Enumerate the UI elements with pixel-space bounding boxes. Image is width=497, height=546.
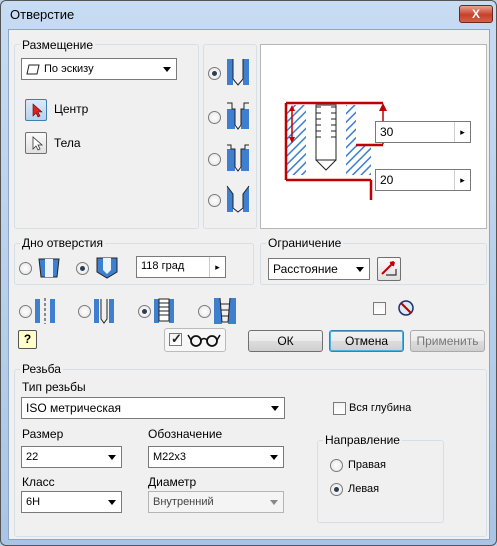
apply-button[interactable]: Применить [410, 330, 485, 352]
size-value: 22 [26, 451, 39, 463]
hole-type-spotface-radio[interactable] [208, 153, 221, 166]
direction-right-radio[interactable] [330, 459, 343, 472]
depth-field[interactable]: 30 ▸ [375, 121, 471, 143]
hole-type-counterbore-radio[interactable] [208, 111, 221, 124]
size-combo[interactable]: 22 [21, 446, 122, 468]
limit-combo[interactable]: Расстояние [268, 258, 370, 280]
cancel-button[interactable]: Отмена [329, 330, 404, 352]
hole-type-simple-radio[interactable] [208, 67, 221, 80]
diameter-value: 20 [380, 173, 394, 187]
cursor-red-icon [32, 103, 43, 118]
counterbore-hole-icon [227, 102, 249, 130]
bodies-label: Тела [54, 136, 81, 150]
size-label: Размер [22, 427, 64, 441]
spotface-hole-icon [227, 144, 249, 172]
direction-right-label: Правая [348, 459, 386, 471]
full-depth-checkbox[interactable] [333, 402, 346, 415]
spin-right-icon[interactable]: ▸ [454, 170, 470, 190]
chevron-down-icon [108, 500, 116, 505]
designation-label: Обозначение [148, 427, 223, 441]
diameter-label: Диаметр [148, 475, 197, 489]
designation-value: M22x3 [153, 451, 187, 463]
thread-tapped-radio[interactable] [138, 305, 151, 318]
hole-tapped-icon [154, 298, 174, 323]
hole-taper-icon [214, 297, 236, 324]
thread-clearance-radio[interactable] [78, 305, 91, 318]
depth-value: 30 [380, 125, 394, 139]
countersink-hole-icon [226, 185, 250, 213]
class-value: 6H [26, 496, 41, 508]
limit-group-label: Ограничение [266, 236, 344, 250]
thread-type-label: Тип резьбы [22, 380, 86, 394]
bodies-select-button[interactable] [25, 132, 47, 154]
diameter-combo[interactable]: Внутренний [148, 491, 284, 513]
angle-bottom-icon [96, 257, 118, 279]
glasses-icon [187, 334, 221, 347]
chevron-down-icon [270, 500, 278, 505]
diameter-combo-value: Внутренний [153, 496, 214, 508]
flip-direction-button[interactable] [377, 257, 401, 281]
sketch-icon [26, 64, 40, 75]
close-button[interactable]: X [459, 5, 493, 23]
angle-value: 118 град [141, 260, 185, 272]
placement-group-label: Размещение [20, 38, 95, 52]
direction-left-label: Левая [348, 483, 380, 495]
hole-type-countersink-radio[interactable] [208, 194, 221, 207]
bottom-flat-radio[interactable] [19, 262, 32, 275]
hole-simple-icon [35, 298, 55, 324]
chevron-down-icon [270, 455, 278, 460]
chevron-down-icon [356, 267, 364, 272]
flip-direction-icon [381, 261, 397, 276]
help-icon: ? [23, 332, 32, 346]
direction-group-label: Направление [323, 433, 402, 447]
help-button[interactable]: ? [18, 330, 37, 349]
limit-combo-value: Расстояние [273, 262, 338, 276]
thread-simple-radio[interactable] [19, 305, 32, 318]
bottom-group-label: Дно отверстия [20, 236, 105, 250]
hole-clearance-icon [94, 299, 114, 324]
placement-combo[interactable]: По эскизу [21, 58, 177, 80]
preview-checkbox[interactable] [169, 331, 182, 347]
chevron-down-icon [108, 455, 116, 460]
class-label: Класс [22, 475, 55, 489]
window-title: Отверстие [10, 7, 75, 22]
chevron-down-icon [271, 406, 279, 411]
thread-type-value: ISO метрическая [26, 401, 122, 415]
full-depth-label: Вся глубина [349, 402, 412, 414]
designation-combo[interactable]: M22x3 [148, 446, 284, 468]
flat-bottom-icon [38, 258, 60, 278]
direction-group [317, 440, 444, 523]
placement-combo-value: По эскизу [44, 63, 94, 75]
class-combo[interactable]: 6H [21, 491, 122, 513]
simple-hole-icon [227, 59, 249, 86]
spin-right-icon[interactable]: ▸ [454, 122, 470, 142]
thread-taper-radio[interactable] [198, 305, 211, 318]
extra-check[interactable] [373, 302, 386, 315]
ok-button[interactable]: ОК [248, 330, 323, 352]
no-thread-icon[interactable] [397, 299, 415, 317]
diameter-field[interactable]: 20 ▸ [375, 169, 471, 191]
bottom-angle-radio[interactable] [76, 262, 89, 275]
direction-left-radio[interactable] [330, 483, 343, 496]
dialog-client: Размещение По эскизу Центр Тела 30 ▸ 20 … [8, 29, 490, 540]
angle-field[interactable]: 118 град ▸ [136, 256, 226, 278]
thread-group-label: Резьба [20, 362, 63, 376]
spin-right-icon[interactable]: ▸ [209, 257, 225, 277]
center-label: Центр [54, 102, 89, 116]
chevron-down-icon [163, 67, 171, 72]
thread-type-combo[interactable]: ISO метрическая [21, 397, 285, 419]
cursor-icon [32, 136, 44, 151]
center-select-button[interactable] [25, 99, 47, 121]
dialog-window: Отверстие X Размещение По эскизу Центр Т… [0, 0, 497, 546]
